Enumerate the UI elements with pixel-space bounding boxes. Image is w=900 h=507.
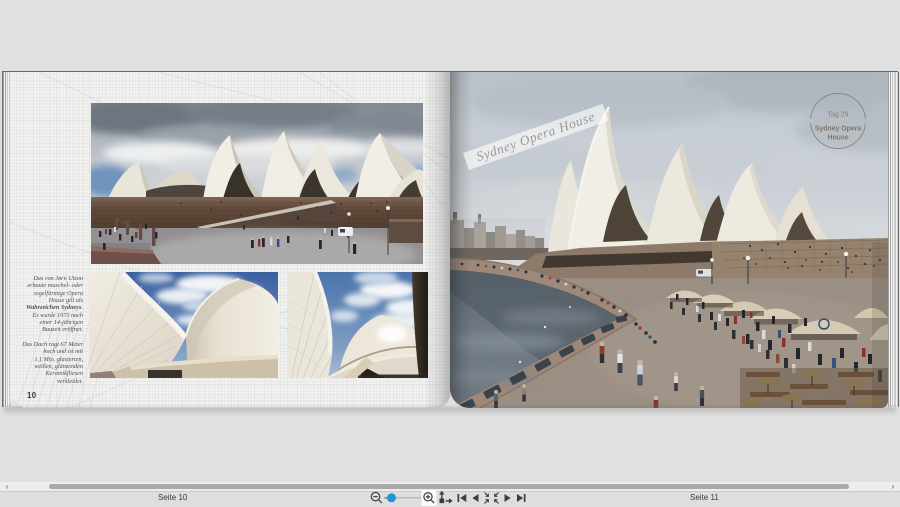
svg-text:Tag 29: Tag 29 <box>827 112 848 119</box>
svg-text:Sydney Opera: Sydney Opera <box>815 126 862 133</box>
svg-text:House: House <box>827 135 848 142</box>
